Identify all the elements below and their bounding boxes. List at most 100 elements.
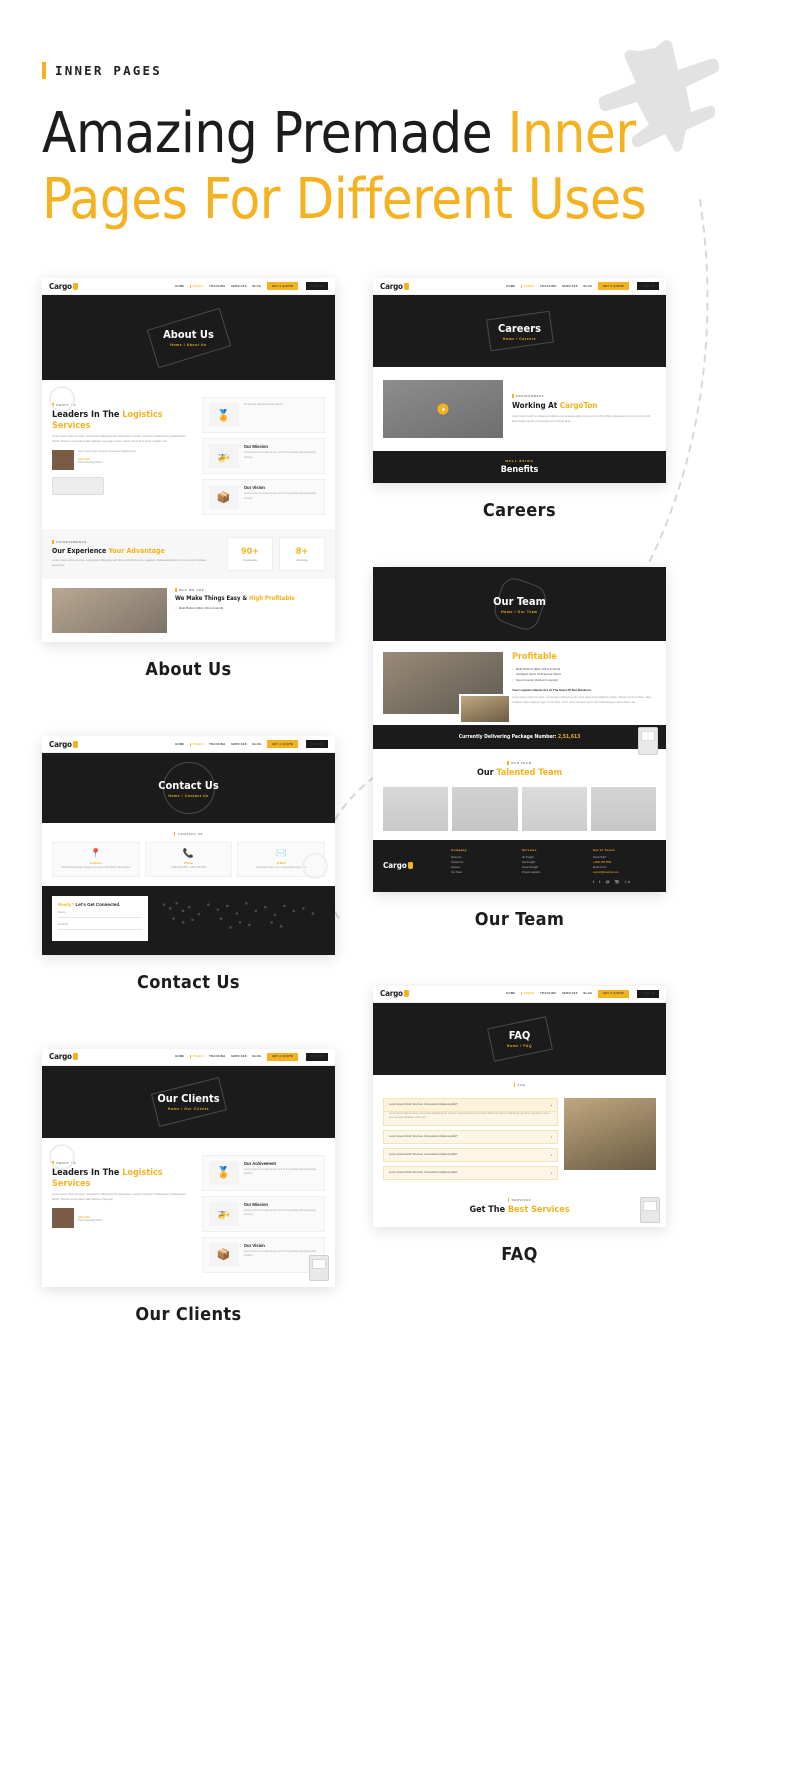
sign-in-button[interactable]: SIGN IN: [636, 989, 659, 998]
email-field[interactable]: Email ID :: [58, 923, 142, 930]
feature-card[interactable]: 📦 Our Vision Lorem Ipsum is simply dummy…: [201, 1236, 325, 1273]
nav-item-pages[interactable]: PAGES: [189, 284, 204, 288]
brand-logo[interactable]: Cargo: [380, 989, 409, 998]
feature-card[interactable]: 🏅 Our Achivement Lorem Ipsum is simply d…: [201, 1154, 325, 1191]
faq-question[interactable]: Lorem Ipsum Dolor Sit Amet, Consectetur …: [383, 1147, 558, 1162]
mockup-our-team[interactable]: Our Team Home / Our Team Profitable M: [373, 567, 666, 930]
mockup-faq[interactable]: Cargo HOME PAGES TRACKING SERVICES BLOG …: [373, 985, 666, 1265]
mockup-about-us[interactable]: Cargo HOME PAGES TRACKING SERVICES BLOG …: [42, 278, 335, 680]
nav-menu[interactable]: HOME PAGES TRACKING SERVICES BLOG GET A …: [506, 282, 659, 290]
team-member-card[interactable]: [452, 786, 518, 831]
brand-logo[interactable]: Cargo: [49, 282, 78, 291]
nav-item-home[interactable]: HOME: [506, 992, 515, 995]
feature-card[interactable]: 🚁 Our Mission Lorem Ipsum is simply dumm…: [201, 1195, 325, 1232]
mockup-navbar[interactable]: Cargo HOME PAGES TRACKING SERVICES BLOG …: [42, 736, 335, 753]
mockup-navbar[interactable]: Cargo HOME PAGES TRACKING SERVICES BLOG …: [373, 985, 666, 1003]
faq-question[interactable]: Lorem Ipsum Dolor Sit Amet, Consectetur …: [383, 1129, 558, 1144]
feature-card[interactable]: 🏅 the printing and typesetting industry: [201, 397, 325, 433]
get-a-quote-button[interactable]: GET A QUOTE: [597, 282, 630, 290]
feature-card-title: Our Vision: [243, 1242, 265, 1248]
nav-item-home[interactable]: HOME: [175, 743, 184, 746]
get-a-quote-button[interactable]: GET A QUOTE: [597, 989, 630, 998]
faq-question[interactable]: Lorem Ipsum Dolor Sit Amet, Consectetur …: [383, 1097, 558, 1112]
nav-menu[interactable]: HOME PAGES TRACKING SERVICES BLOG GET A …: [506, 989, 659, 998]
get-a-quote-button[interactable]: GET A QUOTE: [266, 282, 299, 290]
mockup-navbar[interactable]: Cargo HOME PAGES TRACKING SERVICES BLOG …: [42, 278, 335, 295]
team-member-card[interactable]: [383, 786, 449, 831]
sign-in-button[interactable]: SIGN IN: [636, 282, 659, 290]
nav-item-pages[interactable]: PAGES: [520, 992, 535, 996]
avatar: [52, 1208, 74, 1229]
nav-menu[interactable]: HOME PAGES TRACKING SERVICES BLOG GET A …: [175, 740, 328, 748]
nav-item-blog[interactable]: BLOG: [252, 1055, 261, 1058]
feature-card[interactable]: 📦 Our Vision Lorem Ipsum is simply dummy…: [201, 479, 325, 515]
nav-item-tracking[interactable]: TRACKING: [209, 743, 226, 746]
nav-menu[interactable]: HOME PAGES TRACKING SERVICES BLOG GET A …: [175, 1052, 328, 1061]
brand-logo[interactable]: Cargo: [380, 282, 409, 291]
profitable-heading: Profitable: [512, 652, 557, 662]
mockup-navbar[interactable]: Cargo HOME PAGES TRACKING SERVICES BLOG …: [42, 1048, 335, 1066]
footer-link[interactable]: Project Logistics: [522, 870, 585, 875]
footer-link[interactable]: Our Team: [451, 870, 514, 875]
chevron-down-icon[interactable]: ▾: [551, 1171, 552, 1175]
truck-icon: [309, 1254, 329, 1281]
footer-logo[interactable]: Cargo: [383, 848, 443, 884]
nav-item-home[interactable]: HOME: [175, 1055, 184, 1058]
faq-question[interactable]: Lorem Ipsum Dolor Sit Amet, Consectetur …: [383, 1165, 558, 1180]
sign-in-button[interactable]: SIGN IN: [305, 1052, 328, 1061]
nav-item-tracking[interactable]: TRACKING: [209, 285, 226, 288]
nav-item-pages[interactable]: PAGES: [520, 284, 535, 288]
mockup-careers[interactable]: Cargo HOME PAGES TRACKING SERVICES BLOG …: [373, 278, 666, 521]
brand-logo[interactable]: Cargo: [49, 740, 78, 749]
contact-card[interactable]: 📞 Phone +1800 456 5555 / +1800 456 6666: [144, 842, 233, 877]
social-icons[interactable]: f t @ 📷 in: [593, 879, 656, 884]
nav-item-tracking[interactable]: TRACKING: [209, 1055, 226, 1058]
nav-item-tracking[interactable]: TRACKING: [540, 285, 557, 288]
nav-item-pages[interactable]: PAGES: [189, 1055, 204, 1059]
ticker-value: 2,51,613: [558, 734, 581, 740]
author-role: Chief Operating Officer: [78, 1218, 103, 1222]
sign-in-button[interactable]: SIGN IN: [305, 740, 328, 748]
mission-icon: 🚁: [208, 1201, 239, 1226]
footer-email[interactable]: support@example.com: [593, 870, 656, 875]
brand-logo[interactable]: Cargo: [49, 1052, 78, 1061]
faq-accordion[interactable]: Lorem Ipsum Dolor Sit Amet, Consectetur …: [383, 1097, 558, 1184]
play-icon[interactable]: [437, 403, 449, 415]
stats-heading: Our Experience Your Advantage: [52, 547, 219, 555]
nav-item-blog[interactable]: BLOG: [583, 992, 592, 995]
nav-item-services[interactable]: SERVICES: [231, 285, 247, 288]
chevron-down-icon[interactable]: ▾: [551, 1153, 552, 1157]
chevron-down-icon[interactable]: ▾: [551, 1135, 552, 1139]
chevron-up-icon[interactable]: ▴: [551, 1103, 552, 1107]
section-label-text: FAQ: [517, 1082, 526, 1087]
mockup-contact-us[interactable]: Cargo HOME PAGES TRACKING SERVICES BLOG …: [42, 736, 335, 993]
nav-item-services[interactable]: SERVICES: [562, 285, 578, 288]
nav-item-tracking[interactable]: TRACKING: [540, 992, 557, 995]
get-a-quote-button[interactable]: GET A QUOTE: [266, 740, 299, 748]
heading-dark: Working At: [512, 401, 560, 411]
phone-icon: 📞: [182, 848, 195, 858]
mockup-our-clients[interactable]: Cargo HOME PAGES TRACKING SERVICES BLOG …: [42, 1048, 335, 1325]
name-field[interactable]: Name :: [58, 911, 142, 918]
contact-card[interactable]: 📍 Address 4578 Marmora Road, Glasgow, Do…: [52, 842, 140, 877]
nav-item-blog[interactable]: BLOG: [252, 743, 261, 746]
nav-item-home[interactable]: HOME: [175, 285, 184, 288]
get-a-quote-button[interactable]: GET A QUOTE: [266, 1052, 299, 1061]
sign-in-button[interactable]: SIGN IN: [305, 282, 328, 290]
nav-item-pages[interactable]: PAGES: [189, 742, 204, 746]
nav-menu[interactable]: HOME PAGES TRACKING SERVICES BLOG GET A …: [175, 282, 328, 290]
nav-item-blog[interactable]: BLOG: [583, 285, 592, 288]
nav-item-blog[interactable]: BLOG: [252, 285, 261, 288]
team-member-card[interactable]: [590, 786, 656, 831]
team-member-card[interactable]: [521, 786, 587, 831]
nav-item-home[interactable]: HOME: [506, 285, 515, 288]
grid-column-left: Cargo HOME PAGES TRACKING SERVICES BLOG …: [42, 278, 335, 1325]
nav-item-services[interactable]: SERVICES: [231, 743, 247, 746]
feature-card-title: Our Mission: [243, 444, 268, 449]
feature-card[interactable]: 🚁 Our Mission Lorem Ipsum is simply dumm…: [201, 438, 325, 474]
contact-form[interactable]: Ready? Let's Get Connected. Name : Email…: [52, 895, 148, 941]
hero-banner: Contact Us Home / Contact Us: [42, 753, 335, 823]
mockup-navbar[interactable]: Cargo HOME PAGES TRACKING SERVICES BLOG …: [373, 278, 666, 295]
nav-item-services[interactable]: SERVICES: [231, 1055, 247, 1058]
nav-item-services[interactable]: SERVICES: [562, 992, 578, 995]
